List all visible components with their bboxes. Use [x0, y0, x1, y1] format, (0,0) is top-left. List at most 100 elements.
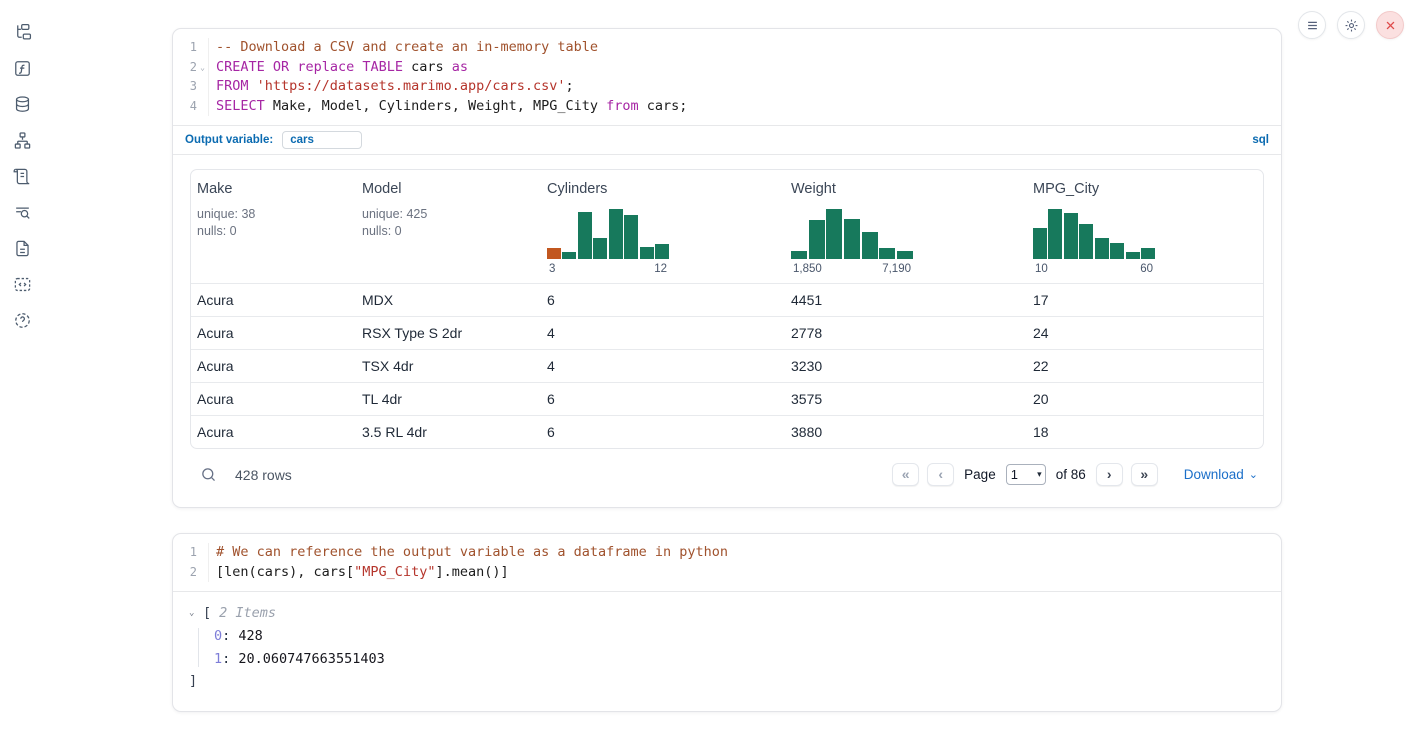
fold-chevron-icon[interactable]: ⌄: [197, 58, 208, 78]
table-cell: 24: [1027, 325, 1263, 341]
line-gutter: 4: [173, 97, 209, 117]
help-icon[interactable]: [12, 310, 32, 330]
code-line: 4 SELECT Make, Model, Cylinders, Weight, …: [173, 97, 1281, 117]
row-count: 428 rows: [235, 467, 292, 483]
sql-code-editor[interactable]: 1 -- Download a CSV and create an in-memo…: [173, 29, 1281, 125]
code-text[interactable]: # We can reference the output variable a…: [209, 543, 728, 563]
code-line: 3FROM 'https://datasets.marimo.app/cars.…: [173, 77, 1281, 97]
table-row[interactable]: AcuraTL 4dr6357520: [191, 382, 1263, 415]
code-line: 2[len(cars), cars["MPG_City"].mean()]: [173, 563, 1281, 583]
code-token: # We can reference the output variable a…: [216, 544, 728, 560]
file-tree-icon[interactable]: [12, 22, 32, 42]
code-token: -- Download a CSV and create an in-memor…: [216, 39, 598, 55]
python-code-editor[interactable]: 1# We can reference the output variable …: [173, 534, 1281, 591]
table-row[interactable]: Acura3.5 RL 4dr6388018: [191, 415, 1263, 448]
code-text[interactable]: [len(cars), cars["MPG_City"].mean()]: [209, 563, 509, 583]
table-cell: 3575: [785, 391, 1027, 407]
close-button[interactable]: [1376, 11, 1404, 39]
table-cell: 2778: [785, 325, 1027, 341]
next-page-button[interactable]: ›: [1096, 463, 1123, 486]
line-gutter: 3: [173, 77, 209, 97]
histogram-bar: [826, 209, 842, 259]
histogram-axis-labels: 10 60: [1033, 263, 1155, 275]
code-token: from: [606, 98, 639, 114]
histogram-max-label: 60: [1140, 263, 1153, 275]
item-index: 1: [214, 651, 222, 667]
search-icon[interactable]: [200, 466, 218, 484]
table-cell: MDX: [356, 292, 541, 308]
histogram-bars: [1033, 207, 1155, 259]
histogram-bar: [791, 251, 807, 259]
histogram-bar: [655, 244, 669, 259]
table-cell: RSX Type S 2dr: [356, 325, 541, 341]
column-stat: nulls: 0: [362, 223, 537, 240]
table-cell: 4: [541, 325, 785, 341]
menu-button[interactable]: [1298, 11, 1326, 39]
search-list-icon[interactable]: [12, 202, 32, 222]
page-label: Page: [964, 467, 996, 482]
item-separator: :: [222, 651, 238, 667]
code-text[interactable]: SELECT Make, Model, Cylinders, Weight, M…: [209, 97, 687, 117]
document-icon[interactable]: [12, 238, 32, 258]
histogram-bar: [1064, 213, 1078, 259]
table-footer: 428 rows « ‹ Page 1 ▾ of 86 › » Download…: [190, 449, 1264, 486]
histogram-bar: [547, 248, 561, 259]
open-bracket: [: [203, 605, 211, 621]
table-cell: 3880: [785, 424, 1027, 440]
last-page-button[interactable]: »: [1131, 463, 1158, 486]
table-row[interactable]: AcuraTSX 4dr4323022: [191, 349, 1263, 382]
first-page-button[interactable]: «: [892, 463, 919, 486]
snippets-code-icon[interactable]: [12, 274, 32, 294]
collapse-chevron-icon[interactable]: ⌄: [189, 608, 203, 618]
output-variable-label: Output variable:: [185, 134, 273, 146]
histogram-bar: [1126, 252, 1140, 259]
line-gutter: 2⌄: [173, 58, 209, 78]
language-badge: sql: [1252, 134, 1269, 146]
code-line: 2⌄CREATE OR replace TABLE cars as: [173, 58, 1281, 78]
histogram-bar: [809, 220, 825, 259]
code-token: 'https://datasets.marimo.app/cars.csv': [257, 78, 566, 94]
column-histogram: 312: [547, 207, 669, 275]
settings-gear-button[interactable]: [1337, 11, 1365, 39]
code-token: Make, Model, Cylinders, Weight, MPG_City: [265, 98, 606, 114]
histogram-bar: [1033, 228, 1047, 259]
code-text[interactable]: FROM 'https://datasets.marimo.app/cars.c…: [209, 77, 574, 97]
histogram-bars: [547, 207, 669, 259]
table-cell: 6: [541, 391, 785, 407]
item-value: 428: [238, 628, 262, 644]
column-name: Weight: [791, 181, 1023, 197]
prev-page-button[interactable]: ‹: [927, 463, 954, 486]
line-number: 4: [190, 97, 197, 117]
code-text[interactable]: CREATE OR replace TABLE cars as: [209, 58, 468, 78]
histogram-bars: [791, 207, 913, 259]
download-button[interactable]: Download ⌄: [1184, 467, 1258, 482]
code-token: cars;: [639, 98, 688, 114]
table-cell: 18: [1027, 424, 1263, 440]
output-variable-input[interactable]: [282, 131, 362, 149]
histogram-min-label: 10: [1035, 263, 1048, 275]
table-cell: 20: [1027, 391, 1263, 407]
code-token: [len(cars), cars[: [216, 564, 354, 580]
column-stats: unique: 425nulls: 0: [362, 206, 537, 240]
code-line: 1 -- Download a CSV and create an in-memo…: [173, 38, 1281, 58]
table-row[interactable]: AcuraRSX Type S 2dr4277824: [191, 316, 1263, 349]
table-cell: 22: [1027, 358, 1263, 374]
histogram-bar: [879, 248, 895, 259]
column-header: MPG_City1060: [1027, 170, 1263, 283]
line-gutter: 1: [173, 38, 209, 58]
code-token: cars: [403, 59, 452, 75]
chevron-down-icon: ⌄: [1249, 471, 1258, 479]
list-items: 0: 4281: 20.060747663551403: [198, 628, 1265, 667]
code-text[interactable]: -- Download a CSV and create an in-memor…: [209, 38, 598, 58]
histogram-bar: [640, 247, 654, 259]
page-total: of 86: [1056, 467, 1086, 482]
column-stat: unique: 38: [197, 206, 352, 223]
histogram-max-label: 7,190: [882, 263, 911, 275]
logs-scroll-icon[interactable]: [12, 166, 32, 186]
dependency-graph-icon[interactable]: [12, 130, 32, 150]
table-row[interactable]: AcuraMDX6445117: [191, 283, 1263, 316]
histogram-bar: [862, 232, 878, 259]
functions-icon[interactable]: [12, 58, 32, 78]
database-icon[interactable]: [12, 94, 32, 114]
page-select[interactable]: 1: [1006, 464, 1046, 485]
